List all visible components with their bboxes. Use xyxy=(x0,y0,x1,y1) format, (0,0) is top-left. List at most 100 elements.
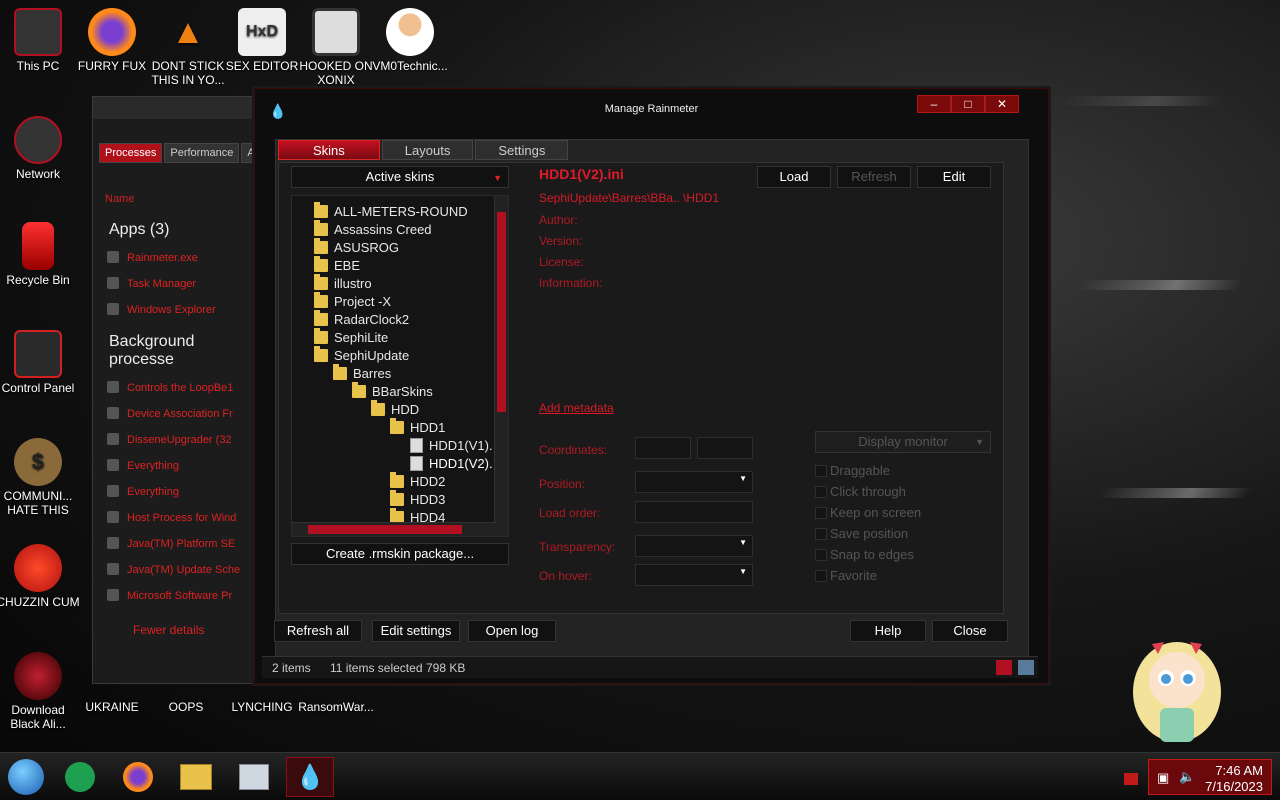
edit-button[interactable]: Edit xyxy=(917,166,991,188)
tree-item[interactable]: HDD1(V2). xyxy=(410,454,493,472)
window-titlebar[interactable]: 💧 Manage Rainmeter – □ ✕ xyxy=(255,89,1048,129)
process-row[interactable]: Task Manager xyxy=(93,271,261,297)
tab-performance[interactable]: Performance xyxy=(164,143,240,163)
coordinate-y-field[interactable] xyxy=(697,437,753,459)
keep-on-screen-checkbox[interactable]: Keep on screen xyxy=(815,505,921,520)
tree-item[interactable]: Project -X xyxy=(314,291,391,310)
taskbar-app-notes[interactable] xyxy=(56,757,104,797)
tree-horizontal-scrollbar[interactable] xyxy=(292,522,496,536)
process-row[interactable]: Host Process for Wind xyxy=(93,505,261,531)
close-button[interactable]: Close xyxy=(932,620,1008,642)
process-row[interactable]: Java(TM) Platform SE xyxy=(93,531,261,557)
desktop-icon-recycle-bin[interactable]: Recycle Bin xyxy=(0,222,80,287)
process-row[interactable]: Device Association Fr xyxy=(93,401,261,427)
desktop-icon-network[interactable]: Network xyxy=(0,116,80,181)
process-row[interactable]: Windows Explorer xyxy=(93,297,261,323)
tree-item[interactable]: SephiLite xyxy=(314,327,388,346)
large-icons-view-icon[interactable] xyxy=(1018,660,1034,675)
tab-settings[interactable]: Settings xyxy=(475,140,569,160)
display-monitor-dropdown[interactable]: Display monitor ▼ xyxy=(815,431,991,453)
active-skins-dropdown[interactable]: Active skins ▼ xyxy=(291,166,509,188)
volume-icon[interactable]: 🔈 xyxy=(1179,769,1195,785)
checkbox-box[interactable] xyxy=(815,527,827,540)
skins-tree[interactable]: ALL-METERS-ROUND Assassins Creed ASUSROG EB… xyxy=(291,195,509,537)
transparency-select[interactable]: ▼ xyxy=(635,535,753,557)
desktop-icon-furry-fux[interactable]: FURRY FUX xyxy=(70,8,154,73)
tree-item[interactable]: SephiUpdate xyxy=(314,345,409,364)
tree-item[interactable]: HDD3 xyxy=(390,489,445,508)
desktop-icon-ransomware[interactable]: RansomWar... xyxy=(294,700,378,714)
process-row[interactable]: Microsoft Software Pr xyxy=(93,583,261,609)
tree-item[interactable]: RadarClock2 xyxy=(314,309,409,328)
tree-item[interactable]: BBarSkins xyxy=(352,381,433,400)
network-icon[interactable]: ▣ xyxy=(1157,770,1169,786)
position-select[interactable]: ▼ xyxy=(635,471,753,493)
desktop-icon-control-panel[interactable]: Control Panel xyxy=(0,330,80,395)
process-row[interactable]: Everything xyxy=(93,479,261,505)
taskbar-app-task-manager[interactable] xyxy=(230,757,278,797)
process-row[interactable]: Rainmeter.exe xyxy=(93,245,261,271)
tree-vertical-scrollbar[interactable] xyxy=(494,196,508,536)
desktop-icon-download[interactable]: Download Black Ali... xyxy=(0,652,80,731)
tree-item[interactable]: illustro xyxy=(314,273,372,292)
process-row[interactable]: Java(TM) Update Sche xyxy=(93,557,261,583)
desktop-icon-oops[interactable]: OOPS xyxy=(144,700,228,714)
tree-item[interactable]: Barres xyxy=(333,363,391,382)
desktop-icon-this-pc[interactable]: This PC xyxy=(0,8,80,73)
taskbar-app-firefox[interactable] xyxy=(114,757,162,797)
desktop-icon-xonix[interactable]: HOOKED ON XONIX xyxy=(294,8,378,87)
checkbox-box[interactable] xyxy=(815,485,827,498)
add-metadata-link[interactable]: Add metadata xyxy=(539,401,614,415)
fewer-details-link[interactable]: Fewer details xyxy=(93,609,261,651)
create-rmskin-button[interactable]: Create .rmskin package... xyxy=(291,543,509,565)
refresh-all-button[interactable]: Refresh all xyxy=(274,620,362,642)
process-row[interactable]: Everything xyxy=(93,453,261,479)
taskbar-app-explorer[interactable] xyxy=(172,757,220,797)
tree-item[interactable]: EBE xyxy=(314,255,360,274)
on-hover-select[interactable]: ▼ xyxy=(635,564,753,586)
details-view-icon[interactable] xyxy=(996,660,1012,675)
snap-to-edges-checkbox[interactable]: Snap to edges xyxy=(815,547,914,562)
tree-item[interactable]: HDD1(V1). xyxy=(410,436,493,454)
refresh-button[interactable]: Refresh xyxy=(837,166,911,188)
manage-rainmeter-window[interactable]: 💧 Manage Rainmeter – □ ✕ Skins Layouts S… xyxy=(254,88,1049,684)
desktop-icon-lynching[interactable]: LYNCHING xyxy=(220,700,304,714)
checkbox-box[interactable] xyxy=(815,548,827,561)
checkbox-box[interactable] xyxy=(815,464,827,477)
tree-item[interactable]: ALL-METERS-ROUND xyxy=(314,201,468,220)
column-header-name[interactable]: Name xyxy=(93,163,261,211)
process-row[interactable]: Controls the LoopBe1 xyxy=(93,375,261,401)
close-window-button[interactable]: ✕ xyxy=(985,95,1019,113)
tree-item[interactable]: HDD xyxy=(371,399,419,418)
desktop-icon-dont-stick[interactable]: ▲ DONT STICK THIS IN YO... xyxy=(146,8,230,87)
scrollbar-thumb[interactable] xyxy=(497,212,506,412)
coordinate-x-field[interactable] xyxy=(635,437,691,459)
tree-item[interactable]: ASUSROG xyxy=(314,237,399,256)
desktop-icon-ukraine[interactable]: UKRAINE xyxy=(70,700,154,714)
action-center-icon[interactable] xyxy=(1124,773,1138,785)
edit-settings-button[interactable]: Edit settings xyxy=(372,620,460,642)
start-button[interactable] xyxy=(2,757,50,797)
tab-layouts[interactable]: Layouts xyxy=(381,140,474,160)
load-order-field[interactable] xyxy=(635,501,753,523)
clock[interactable]: 7:46 AM 7/16/2023 xyxy=(1205,763,1263,795)
task-manager-window[interactable]: Processes Performance Ap Name Apps (3) R… xyxy=(92,96,267,684)
open-log-button[interactable]: Open log xyxy=(468,620,556,642)
favorite-checkbox[interactable]: Favorite xyxy=(815,568,877,583)
tree-item[interactable]: HDD2 xyxy=(390,471,445,490)
desktop-icon-vm0[interactable]: VM0Technic... xyxy=(368,8,452,73)
desktop-icon-communi[interactable]: $ COMMUNI... HATE THIS xyxy=(0,438,80,517)
draggable-checkbox[interactable]: Draggable xyxy=(815,463,890,478)
tree-item[interactable]: Assassins Creed xyxy=(314,219,432,238)
tab-processes[interactable]: Processes xyxy=(99,143,163,163)
scrollbar-thumb[interactable] xyxy=(308,525,462,534)
taskbar-app-rainmeter[interactable]: 💧 xyxy=(286,757,334,797)
load-button[interactable]: Load xyxy=(757,166,831,188)
checkbox-box[interactable] xyxy=(815,569,827,582)
desktop-icon-chuzzin[interactable]: CHUZZIN CUM xyxy=(0,544,80,609)
help-button[interactable]: Help xyxy=(850,620,926,642)
tree-item[interactable]: HDD1 xyxy=(390,417,445,436)
minimize-button[interactable]: – xyxy=(917,95,951,113)
click-through-checkbox[interactable]: Click through xyxy=(815,484,906,499)
maximize-button[interactable]: □ xyxy=(951,95,985,113)
